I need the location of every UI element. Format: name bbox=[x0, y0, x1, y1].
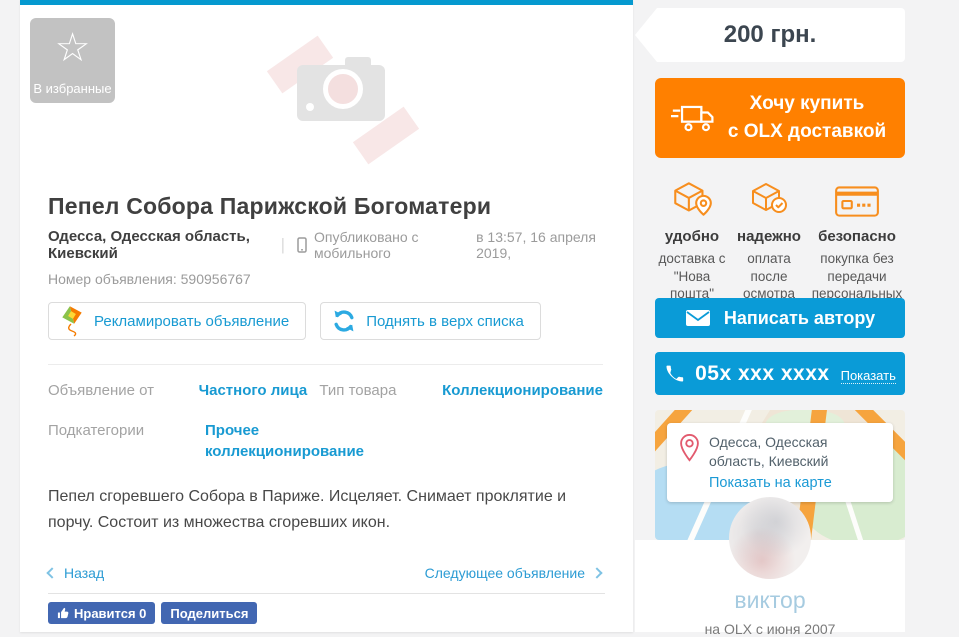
next-label: Следующее объявление bbox=[425, 565, 585, 581]
divider bbox=[48, 593, 605, 594]
next-ad-link[interactable]: Следующее объявление bbox=[425, 565, 601, 581]
promote-label: Рекламировать объявление bbox=[94, 313, 289, 330]
location-pin-icon bbox=[679, 434, 700, 462]
ad-location: Одесса, Одесская область, Киевский bbox=[48, 228, 269, 262]
param-value-link[interactable]: Коллекционирование bbox=[442, 381, 603, 401]
bump-label: Поднять в верх списка bbox=[366, 313, 524, 330]
published-source: Опубликовано с мобильного bbox=[314, 229, 462, 261]
param-row: Подкатегории Прочее коллекционирование bbox=[48, 421, 603, 462]
param-label: Объявление от bbox=[48, 381, 199, 401]
camera-lens bbox=[323, 69, 363, 109]
price-value: 200 грн. bbox=[724, 21, 817, 49]
back-link[interactable]: Назад bbox=[48, 565, 104, 581]
chevron-right-icon bbox=[591, 567, 602, 578]
thumbs-up-icon bbox=[57, 607, 69, 619]
add-to-favorites-button[interactable]: ☆ В избранные bbox=[30, 18, 115, 103]
param-value-link[interactable]: Частного лица bbox=[199, 381, 320, 401]
share-label: Поделиться bbox=[170, 606, 248, 621]
feature-title: надежно bbox=[733, 228, 805, 245]
facebook-share-button[interactable]: Поделиться bbox=[161, 602, 257, 624]
promote-ad-button[interactable]: Рекламировать объявление bbox=[48, 302, 306, 340]
star-icon: ☆ bbox=[30, 24, 115, 72]
package-pin-icon bbox=[655, 170, 729, 220]
feature-title: безопасно bbox=[809, 228, 905, 245]
phone-show-link[interactable]: Показать bbox=[841, 368, 896, 384]
refresh-arrows-icon bbox=[331, 308, 357, 334]
seller-avatar[interactable] bbox=[729, 497, 811, 579]
back-label: Назад bbox=[64, 565, 104, 581]
buy-line1: Хочу купить bbox=[750, 93, 865, 114]
seller-name-link[interactable]: виктор bbox=[635, 587, 905, 614]
ad-meta: Одесса, Одесская область, Киевский | Опу… bbox=[48, 228, 603, 262]
sidebar: 200 грн. Хочу купить с OLX доставкой bbox=[635, 0, 905, 632]
bump-ad-button[interactable]: Поднять в верх списка bbox=[320, 302, 541, 340]
favorites-label: В избранные bbox=[33, 81, 111, 96]
param-label: Тип товара bbox=[319, 381, 442, 401]
ad-description: Пепел сгоревшего Собора в Париже. Исцеля… bbox=[48, 484, 603, 536]
ad-card: ☆ В избранные Пепел Собора Парижской Бог… bbox=[20, 0, 633, 632]
param-label: Подкатегории bbox=[48, 421, 205, 462]
phone-button[interactable]: 05х ххх хххх Показать bbox=[655, 352, 905, 395]
message-author-label: Написать автору bbox=[724, 308, 875, 329]
kite-icon bbox=[59, 305, 85, 337]
buy-line2: с OLX доставкой bbox=[728, 121, 886, 142]
param-value-link[interactable]: Прочее коллекционирование bbox=[205, 421, 355, 462]
package-check-icon bbox=[733, 170, 805, 220]
published-time: в 13:57, 16 апреля 2019, bbox=[476, 229, 603, 261]
camera-dot bbox=[306, 103, 314, 111]
feature-title: удобно bbox=[655, 228, 729, 245]
feature-desc: доставка с "Нова пошта" bbox=[655, 250, 729, 303]
ad-number: Номер объявления: 590956767 bbox=[48, 271, 603, 287]
message-author-button[interactable]: Написать автору bbox=[655, 298, 905, 338]
camera-icon bbox=[297, 65, 385, 121]
mobile-phone-icon bbox=[297, 237, 307, 253]
photo-area: ☆ В избранные bbox=[20, 5, 633, 185]
map-location-text: Одесса, Одесская область, Киевский bbox=[709, 433, 885, 471]
envelope-icon bbox=[685, 309, 711, 327]
buy-with-delivery-button[interactable]: Хочу купить с OLX доставкой bbox=[655, 78, 905, 158]
credit-card-icon bbox=[809, 170, 905, 220]
param-row: Объявление от Частного лица Тип товара К… bbox=[48, 381, 603, 401]
page-title: Пепел Собора Парижской Богоматери bbox=[48, 193, 603, 220]
price-tag: 200 грн. bbox=[635, 8, 905, 62]
map-location-card: Одесса, Одесская область, Киевский Показ… bbox=[667, 423, 893, 502]
ad-params-table: Объявление от Частного лица Тип товара К… bbox=[48, 364, 603, 462]
facebook-like-button[interactable]: Нравится 0 bbox=[48, 602, 155, 624]
chevron-left-icon bbox=[46, 567, 57, 578]
show-on-map-link[interactable]: Показать на карте bbox=[709, 475, 885, 491]
delivery-truck-icon bbox=[671, 102, 717, 134]
seller-since: на OLX с июня 2007 bbox=[635, 621, 905, 637]
meta-divider: | bbox=[281, 235, 285, 255]
phone-handset-icon bbox=[664, 364, 684, 384]
like-label: Нравится 0 bbox=[74, 606, 146, 621]
phone-number: 05х ххх хххх bbox=[695, 362, 829, 386]
no-photo-placeholder bbox=[255, 33, 425, 153]
